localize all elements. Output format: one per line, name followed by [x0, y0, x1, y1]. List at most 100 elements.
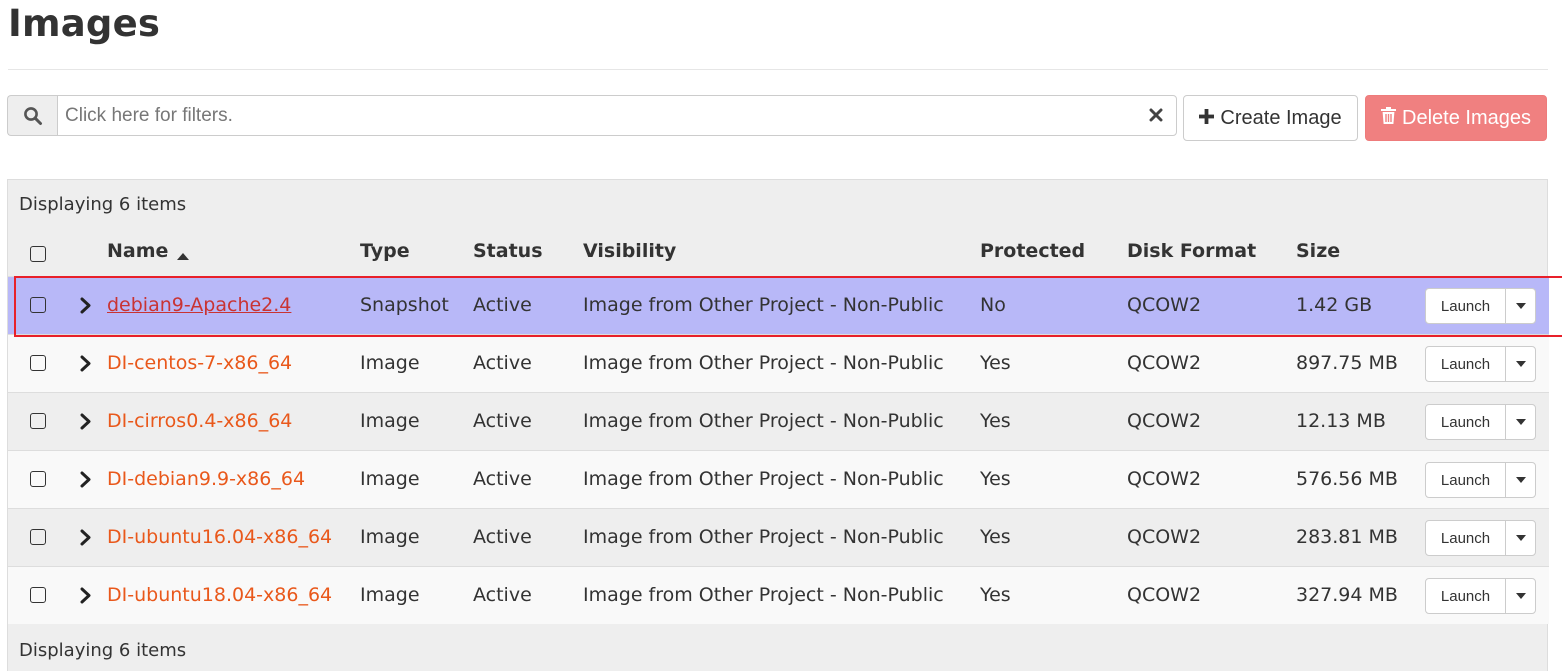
table-row[interactable]: DI-ubuntu16.04-x86_64 Image Active Image… — [8, 508, 1549, 566]
image-visibility: Image from Other Project - Non-Public — [583, 526, 944, 548]
images-table: Displaying 6 items Name Type Status Visi… — [7, 179, 1549, 671]
image-name-link[interactable]: DI-centos-7-x86_64 — [107, 352, 292, 374]
image-type: Image — [360, 584, 420, 606]
create-image-button[interactable]: Create Image — [1183, 95, 1358, 141]
image-visibility: Image from Other Project - Non-Public — [583, 352, 944, 374]
chevron-right-icon[interactable] — [76, 525, 94, 549]
chevron-right-icon[interactable] — [76, 467, 94, 491]
image-protected: No — [980, 294, 1006, 316]
title-divider — [8, 69, 1548, 70]
table-row[interactable]: debian9-Apache2.4 Snapshot Active Image … — [8, 276, 1549, 334]
chevron-right-icon[interactable] — [76, 293, 94, 317]
close-icon[interactable] — [1145, 104, 1167, 126]
image-protected: Yes — [980, 410, 1011, 432]
launch-button[interactable]: Launch — [1426, 289, 1506, 323]
image-disk-format: QCOW2 — [1127, 352, 1202, 374]
image-size: 576.56 MB — [1296, 468, 1398, 490]
image-protected: Yes — [980, 468, 1011, 490]
table-row[interactable]: DI-cirros0.4-x86_64 Image Active Image f… — [8, 392, 1549, 450]
image-name-link[interactable]: DI-debian9.9-x86_64 — [107, 468, 305, 490]
image-type: Image — [360, 410, 420, 432]
image-name-link[interactable]: DI-ubuntu18.04-x86_64 — [107, 584, 332, 606]
image-disk-format: QCOW2 — [1127, 294, 1202, 316]
launch-button[interactable]: Launch — [1426, 463, 1506, 497]
delete-images-label: Delete Images — [1402, 106, 1531, 129]
image-visibility: Image from Other Project - Non-Public — [583, 294, 944, 316]
image-name-link[interactable]: DI-cirros0.4-x86_64 — [107, 410, 292, 432]
image-type: Snapshot — [360, 294, 449, 316]
chevron-down-icon[interactable] — [1506, 463, 1535, 497]
delete-images-button[interactable]: Delete Images — [1365, 95, 1547, 141]
image-disk-format: QCOW2 — [1127, 584, 1202, 606]
image-type: Image — [360, 352, 420, 374]
image-status: Active — [473, 352, 532, 374]
launch-button-group: Launch — [1425, 404, 1536, 440]
chevron-down-icon[interactable] — [1506, 405, 1535, 439]
image-status: Active — [473, 294, 532, 316]
image-type: Image — [360, 526, 420, 548]
column-header-size[interactable]: Size — [1296, 240, 1340, 262]
row-checkbox[interactable] — [30, 355, 46, 371]
column-header-name[interactable]: Name — [107, 240, 190, 265]
table-row[interactable]: DI-debian9.9-x86_64 Image Active Image f… — [8, 450, 1549, 508]
row-checkbox[interactable] — [30, 471, 46, 487]
table-header: Name Type Status Visibility Protected Di… — [8, 230, 1549, 276]
image-protected: Yes — [980, 352, 1011, 374]
launch-button[interactable]: Launch — [1426, 405, 1506, 439]
plus-icon — [1199, 107, 1215, 130]
launch-button-group: Launch — [1425, 520, 1536, 556]
image-protected: Yes — [980, 584, 1011, 606]
table-row[interactable]: DI-ubuntu18.04-x86_64 Image Active Image… — [8, 566, 1549, 624]
caret-up-icon — [177, 243, 190, 265]
search-icon[interactable] — [7, 95, 57, 136]
trash-icon — [1381, 106, 1397, 130]
select-all-checkbox[interactable] — [30, 246, 46, 262]
chevron-right-icon[interactable] — [76, 409, 94, 433]
image-size: 283.81 MB — [1296, 526, 1398, 548]
launch-button-group: Launch — [1425, 462, 1536, 498]
launch-button-group: Launch — [1425, 578, 1536, 614]
column-header-protected[interactable]: Protected — [980, 240, 1085, 262]
image-visibility: Image from Other Project - Non-Public — [583, 410, 944, 432]
column-header-status[interactable]: Status — [473, 240, 543, 262]
column-name-label: Name — [107, 240, 169, 262]
table-row[interactable]: DI-centos-7-x86_64 Image Active Image fr… — [8, 334, 1549, 392]
chevron-down-icon[interactable] — [1506, 579, 1535, 613]
image-visibility: Image from Other Project - Non-Public — [583, 468, 944, 490]
image-status: Active — [473, 468, 532, 490]
row-checkbox[interactable] — [30, 587, 46, 603]
column-header-disk-format[interactable]: Disk Format — [1127, 240, 1256, 262]
image-status: Active — [473, 526, 532, 548]
search-input[interactable] — [57, 95, 1177, 136]
image-size: 1.42 GB — [1296, 294, 1373, 316]
chevron-right-icon[interactable] — [76, 583, 94, 607]
row-checkbox[interactable] — [30, 529, 46, 545]
chevron-down-icon[interactable] — [1506, 347, 1535, 381]
image-name-link[interactable]: DI-ubuntu16.04-x86_64 — [107, 526, 332, 548]
image-disk-format: QCOW2 — [1127, 410, 1202, 432]
chevron-down-icon[interactable] — [1506, 521, 1535, 555]
image-type: Image — [360, 468, 420, 490]
chevron-right-icon[interactable] — [76, 351, 94, 375]
page-title: Images — [8, 2, 161, 45]
image-disk-format: QCOW2 — [1127, 468, 1202, 490]
image-disk-format: QCOW2 — [1127, 526, 1202, 548]
launch-button[interactable]: Launch — [1426, 521, 1506, 555]
image-status: Active — [473, 410, 532, 432]
launch-button-group: Launch — [1425, 288, 1536, 324]
image-size: 12.13 MB — [1296, 410, 1386, 432]
launch-button[interactable]: Launch — [1426, 347, 1506, 381]
image-size: 897.75 MB — [1296, 352, 1398, 374]
item-count-top: Displaying 6 items — [19, 194, 187, 215]
column-header-type[interactable]: Type — [360, 240, 410, 262]
image-size: 327.94 MB — [1296, 584, 1398, 606]
row-checkbox[interactable] — [30, 297, 46, 313]
row-checkbox[interactable] — [30, 413, 46, 429]
column-header-visibility[interactable]: Visibility — [583, 240, 676, 262]
image-protected: Yes — [980, 526, 1011, 548]
image-name-link[interactable]: debian9-Apache2.4 — [107, 294, 291, 316]
image-visibility: Image from Other Project - Non-Public — [583, 584, 944, 606]
item-count-bottom: Displaying 6 items — [19, 640, 187, 661]
launch-button[interactable]: Launch — [1426, 579, 1506, 613]
chevron-down-icon[interactable] — [1506, 289, 1535, 323]
